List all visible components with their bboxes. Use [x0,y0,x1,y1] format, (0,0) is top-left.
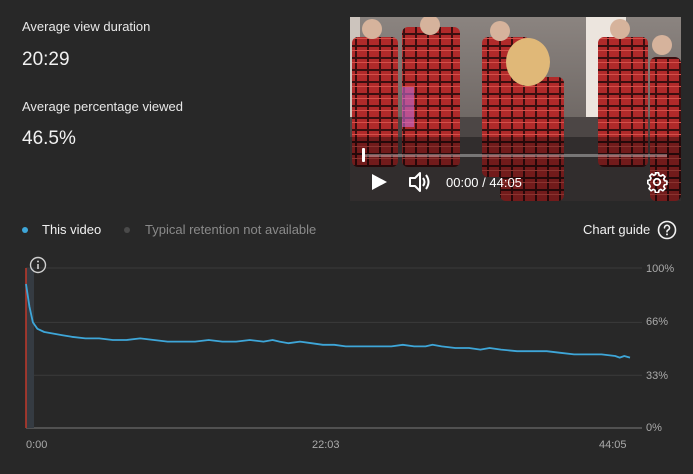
avg-view-duration-label: Average view duration [22,19,151,34]
settings-icon [647,172,668,194]
avg-percentage-viewed-value: 46.5% [22,128,76,149]
x-tick-label: 22:03 [312,439,340,451]
help-circle-icon [657,220,677,240]
play-icon [372,174,387,190]
info-button[interactable] [29,256,47,274]
avg-view-duration-value: 20:29 [22,49,70,70]
video-frame [350,17,681,201]
retention-chart[interactable] [0,250,693,474]
legend-label-this-video: This video [42,222,102,237]
avg-percentage-viewed-label: Average percentage viewed [22,99,183,114]
y-tick-label: 66% [646,316,669,328]
settings-button[interactable] [646,171,668,194]
progress-scrubber[interactable] [362,148,365,162]
y-tick-label: 33% [646,370,669,382]
y-tick-label: 0% [646,422,662,434]
volume-button[interactable] [408,171,432,193]
chart-guide-help-button[interactable] [657,220,677,240]
progress-bar[interactable] [364,154,667,157]
legend-dot-icon [124,227,130,233]
video-player[interactable]: 00:00 / 44:05 [350,17,681,201]
time-display: 00:00 / 44:05 [446,175,522,190]
play-button[interactable] [370,173,388,191]
legend-label-typical-retention: Typical retention not available [145,222,317,237]
legend-dot-icon [22,227,28,233]
series-line-this-video [25,283,631,359]
info-icon [29,256,47,274]
chart-guide-link[interactable]: Chart guide [583,222,650,237]
x-tick-label: 44:05 [599,439,627,451]
y-tick-label: 100% [646,263,675,275]
volume-icon [409,172,430,192]
x-tick-label: 0:00 [26,439,48,451]
